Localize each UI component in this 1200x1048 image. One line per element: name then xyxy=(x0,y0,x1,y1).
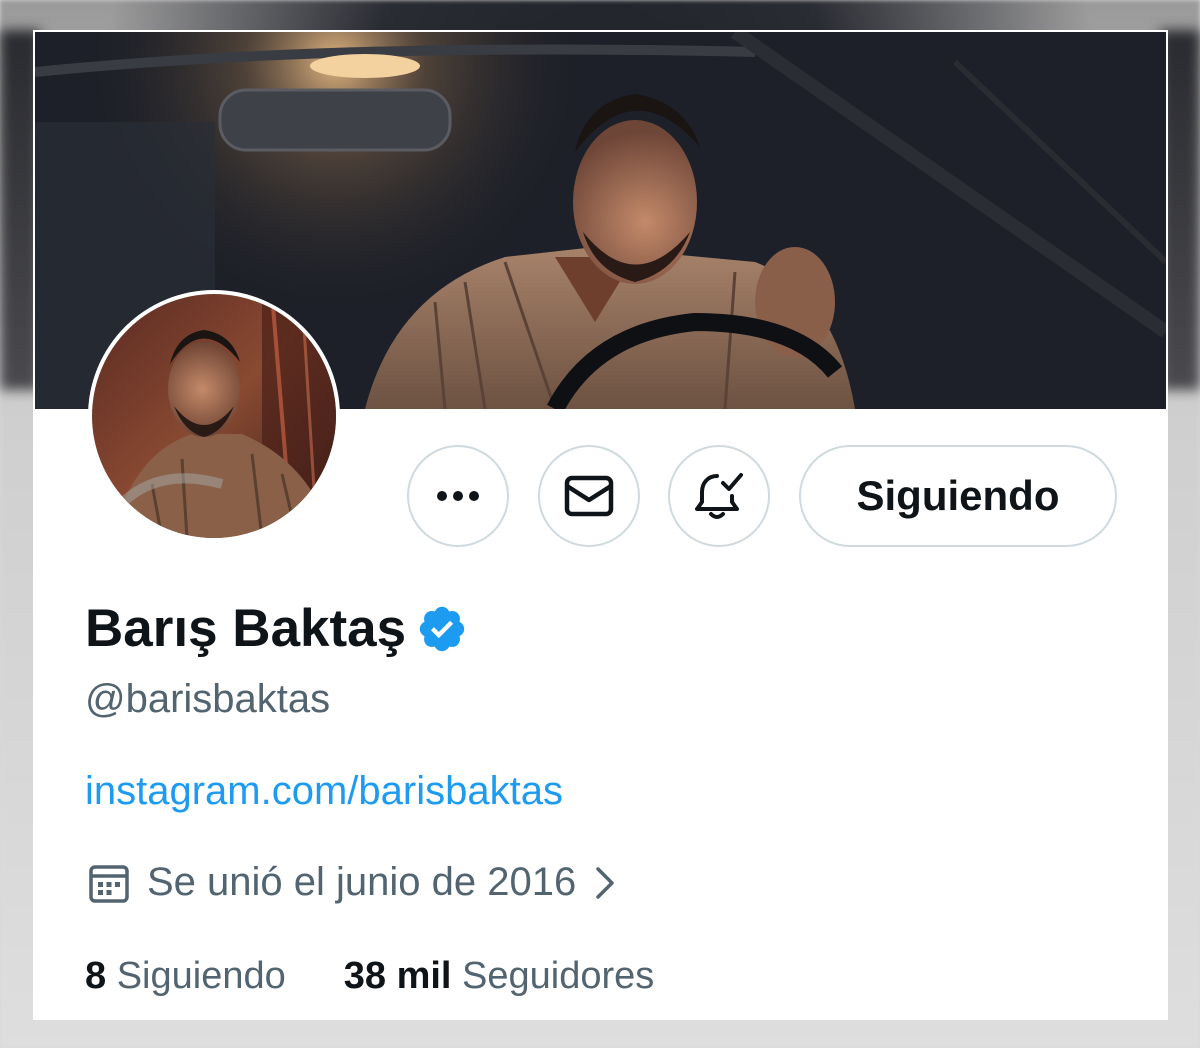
joined-text: Se unió el junio de 2016 xyxy=(147,860,577,904)
verified-badge-icon[interactable] xyxy=(416,603,468,655)
envelope-icon xyxy=(564,475,614,517)
bell-check-icon xyxy=(695,473,743,519)
notifications-button[interactable] xyxy=(668,445,770,547)
joined-date[interactable]: Se unió el junio de 2016 xyxy=(87,860,620,905)
profile-avatar[interactable] xyxy=(88,290,340,542)
followers-stat[interactable]: 38 mil Seguidores xyxy=(344,955,655,998)
following-stat-label: Siguiendo xyxy=(116,955,286,997)
message-button[interactable] xyxy=(538,445,640,547)
following-count: 8 xyxy=(85,955,107,997)
followers-stat-label: Seguidores xyxy=(462,955,655,997)
following-button-label: Siguiendo xyxy=(856,472,1060,519)
profile-handle: @barisbaktas xyxy=(85,677,331,721)
profile-card: Siguiendo Barış Baktaş @barisbaktas inst… xyxy=(33,30,1168,1020)
display-name-text: Barış Baktaş xyxy=(85,599,407,658)
profile-website-link[interactable]: instagram.com/barisbaktas xyxy=(85,769,563,814)
chevron-right-icon xyxy=(596,866,614,899)
followers-count: 38 mil xyxy=(343,955,452,997)
profile-stats: 8 Siguiendo 38 mil Seguidores xyxy=(85,955,654,998)
avatar-photo xyxy=(92,294,336,538)
profile-display-name: Barış Baktaş xyxy=(85,598,468,659)
more-horizontal-icon xyxy=(437,491,479,501)
more-options-button[interactable] xyxy=(407,445,509,547)
following-stat[interactable]: 8 Siguiendo xyxy=(85,955,286,998)
calendar-icon xyxy=(89,864,129,903)
following-button[interactable]: Siguiendo xyxy=(799,445,1117,547)
